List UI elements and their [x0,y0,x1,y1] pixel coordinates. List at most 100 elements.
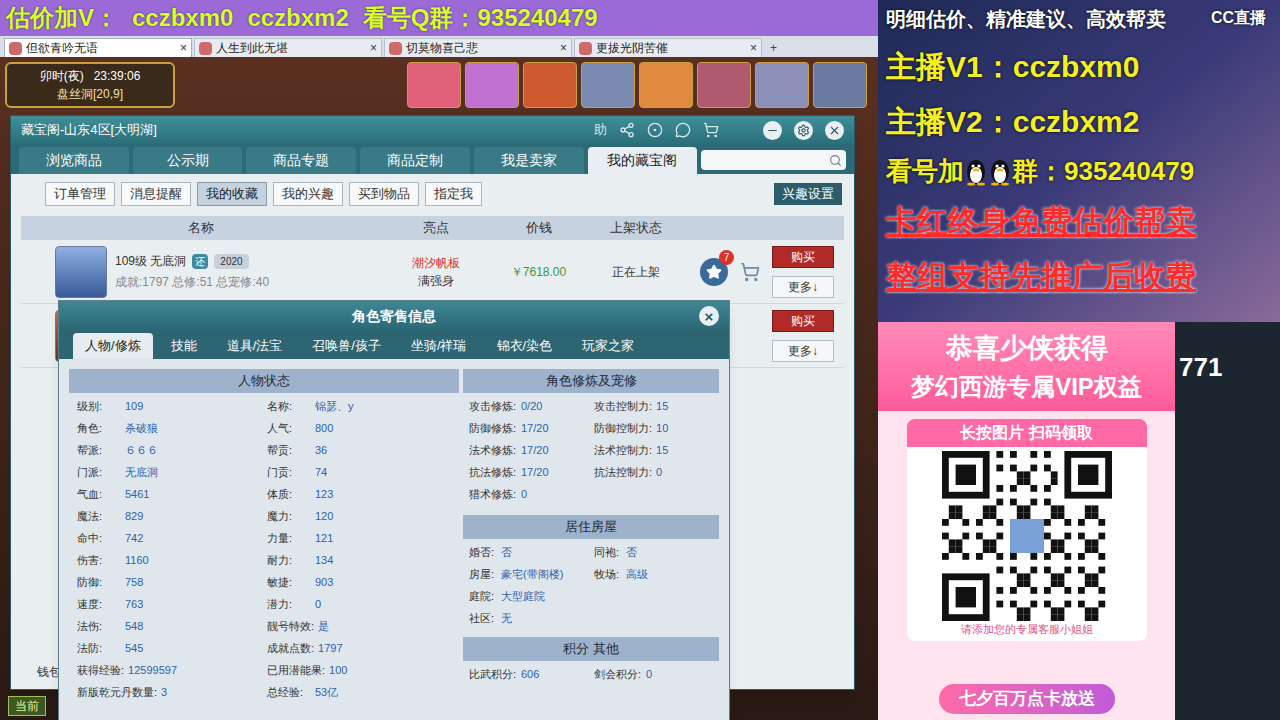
team-avatar-icon[interactable] [755,62,809,108]
role-title[interactable]: 109级 无底洞 [115,252,186,270]
dialog-close-button[interactable]: × [699,306,719,326]
tab-avatar-icon [579,42,592,55]
info-value: 否 [501,544,512,561]
role-summary: 成就:1797 总修:51 总宠修:40 [115,273,269,291]
browser-tab[interactable]: 切莫物喜己悲 × [384,38,572,57]
share-icon[interactable] [619,122,635,138]
favorite-button[interactable]: 7 [700,258,728,286]
team-avatar-icon[interactable] [523,62,577,108]
help-button[interactable]: 助 [594,120,607,140]
team-avatar-icon[interactable] [465,62,519,108]
minimize-button[interactable] [763,121,782,140]
info-label: 总经验: [267,684,311,701]
nav-tab[interactable]: 商品定制 [360,147,470,174]
info-value: 0 [315,596,321,613]
chat-icon[interactable] [675,122,691,138]
info-label: 比武积分: [469,666,517,683]
section-header: 角色修炼及宠修 [463,369,719,393]
info-label: 成就点数: [267,640,314,657]
cart-icon[interactable] [703,122,719,138]
nav-tab[interactable]: 我是卖家 [474,147,584,174]
info-value: 800 [315,420,333,437]
dialog-tab[interactable]: 技能 [159,333,209,359]
nav-tab[interactable]: 浏览商品 [19,147,129,174]
qr-box: 长按图片 扫码领取请添加您的专属客服小姐姐 [907,419,1147,642]
record-icon[interactable] [647,122,663,138]
dialog-tab[interactable]: 道具/法宝 [215,333,295,359]
tab-close[interactable]: × [560,39,567,57]
info-row: 帮派:６６６帮贡:36 [77,439,459,461]
interest-settings-button[interactable]: 兴趣设置 [774,183,842,205]
info-pair: 魔力:120 [267,508,457,525]
info-value: 758 [125,574,143,591]
info-row: 抗法修炼:17/20抗法控制力:0 [469,461,719,483]
cc-logo: CC直播 [1211,6,1266,30]
info-value: 53亿 [315,684,338,701]
info-pair: 靓号特效:是 [267,618,457,635]
info-label: 法伤: [77,618,121,635]
sub-tab[interactable]: 我的收藏 [197,182,267,206]
tab-close[interactable]: × [180,39,187,57]
new-tab-button[interactable]: + [764,38,783,57]
team-avatar-icon[interactable] [813,62,867,108]
tab-close[interactable]: × [370,39,377,57]
info-label: 攻击修炼: [469,398,517,415]
dialog-tab[interactable]: 坐骑/祥瑞 [399,333,479,359]
more-button[interactable]: 更多↓ [772,276,834,298]
info-pair: 庭院:大型庭院 [469,588,597,605]
sub-tab[interactable]: 消息提醒 [121,182,191,206]
tab-label: 切莫物喜己悲 [406,39,478,57]
team-avatar-icon[interactable] [639,62,693,108]
buy-button[interactable]: 购买 [772,310,834,332]
info-label: 防御修炼: [469,420,517,437]
more-button[interactable]: 更多↓ [772,340,834,362]
dialog-tab[interactable]: 锦衣/染色 [485,333,565,359]
sub-tab[interactable]: 我的兴趣 [273,182,343,206]
team-avatars [407,62,867,108]
info-value: 100 [329,662,347,679]
info-value: ６６６ [125,442,158,459]
sub-tab[interactable]: 订单管理 [45,182,115,206]
nav-tab[interactable]: 商品专题 [246,147,356,174]
info-value: 1797 [318,640,342,657]
info-label: 帮贡: [267,442,311,459]
anchor-contact: 主播V2：cczbxm2 [886,99,1272,144]
info-pair: 剑会积分:0 [594,666,719,683]
info-value: 36 [315,442,327,459]
search-field[interactable] [701,150,846,170]
info-value: 829 [125,508,143,525]
team-avatar-icon[interactable] [407,62,461,108]
search-icon[interactable] [829,154,842,167]
table-row[interactable]: 109级 无底洞还2020成就:1797 总修:51 总宠修:40潮汐帆板满强身… [21,240,844,304]
info-value: 5461 [125,486,149,503]
settings-button[interactable] [794,121,813,140]
qq-group: 看号加群：935240479 [886,152,1272,191]
sub-tab[interactable]: 指定我 [425,182,482,206]
team-avatar-icon[interactable] [581,62,635,108]
cart-button[interactable] [736,258,764,286]
browser-tab[interactable]: 但欲青吟无语× [4,38,192,57]
tab-close[interactable]: × [750,39,757,57]
dialog-tab[interactable]: 人物/修炼 [73,333,153,359]
info-pair: 帮贡:36 [267,442,457,459]
info-value: 3 [161,684,167,701]
nav-tab[interactable]: 我的藏宝阁 [588,147,698,174]
team-avatar-icon[interactable] [697,62,751,108]
close-button[interactable] [825,121,844,140]
nav-tab[interactable]: 公示期 [133,147,243,174]
info-pair: 获得经验:12599597 [77,662,267,679]
buy-button[interactable]: 购买 [772,246,834,268]
info-value: 无 [501,610,512,627]
sub-tab[interactable]: 买到物品 [349,182,419,206]
info-value: 0 [521,486,527,503]
info-row: 新版乾元丹数量:3总经验:53亿 [77,681,459,703]
chat-channel[interactable]: 当前 [8,696,46,716]
dialog-tab[interactable]: 玩家之家 [570,333,646,359]
cart-icon [740,262,760,282]
browser-tab[interactable]: 更拔光阴苦催× [574,38,762,57]
browser-tab[interactable]: 人生到此无堪× [194,38,382,57]
dialog-tab[interactable]: 召唤兽/孩子 [300,333,393,359]
info-value: 是 [318,618,329,635]
gift-button[interactable]: 七夕百万点卡放送 [939,684,1115,714]
qr-code-icon[interactable] [942,451,1112,621]
